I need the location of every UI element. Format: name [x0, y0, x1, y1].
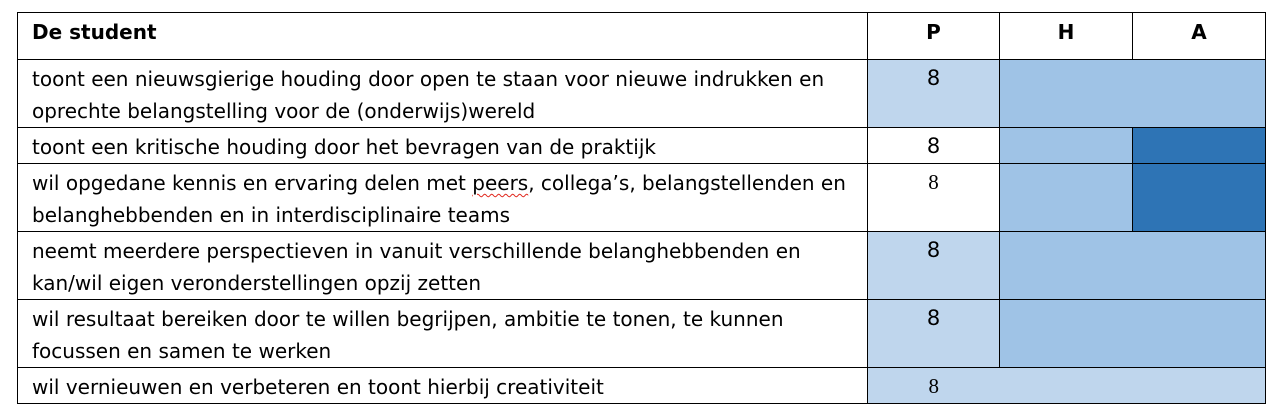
row-h-cell [999, 231, 1133, 300]
row-text-part: wil opgedane kennis en ervaring delen me… [32, 171, 473, 195]
header-a: A [1132, 12, 1266, 60]
table-row: toont een kritische houding door het bev… [17, 127, 1266, 164]
row-a-cell [1132, 163, 1266, 232]
table-row: wil opgedane kennis en ervaring delen me… [17, 163, 1266, 232]
row-text: toont een kritische houding door het bev… [17, 127, 868, 164]
row-text: wil opgedane kennis en ervaring delen me… [17, 163, 868, 232]
row-p-value: 8 [867, 163, 1000, 232]
row-a-cell [1132, 367, 1266, 404]
table-row: neemt meerdere perspectieven in vanuit v… [17, 231, 1266, 300]
row-h-cell [999, 59, 1133, 128]
header-de-student: De student [17, 12, 868, 60]
row-a-cell [1132, 231, 1266, 300]
row-a-cell [1132, 59, 1266, 128]
table-row: wil resultaat bereiken door te willen be… [17, 299, 1266, 368]
row-a-cell [1132, 127, 1266, 164]
header-h: H [999, 12, 1133, 60]
row-h-cell [999, 299, 1133, 368]
table-header-row: De student P H A [17, 12, 1266, 60]
header-p: P [867, 12, 1000, 60]
row-text: wil resultaat bereiken door te willen be… [17, 299, 868, 368]
row-h-cell [999, 127, 1133, 164]
spellcheck-marked-word: peers [472, 171, 529, 195]
row-p-value: 8 [867, 59, 1000, 128]
row-text: toont een nieuwsgierige houding door ope… [17, 59, 868, 128]
row-text: neemt meerdere perspectieven in vanuit v… [17, 231, 868, 300]
row-p-value: 8 [867, 231, 1000, 300]
row-text: wil vernieuwen en verbeteren en toont hi… [17, 367, 868, 404]
row-h-cell [999, 367, 1133, 404]
row-p-value: 8 [867, 299, 1000, 368]
row-h-cell [999, 163, 1133, 232]
table-row: wil vernieuwen en verbeteren en toont hi… [17, 367, 1266, 404]
competency-table: De student P H A toont een nieuwsgierige… [17, 12, 1266, 404]
table-row: toont een nieuwsgierige houding door ope… [17, 59, 1266, 128]
row-p-value: 8 [867, 127, 1000, 164]
row-p-value: 8 [867, 367, 1000, 404]
row-a-cell [1132, 299, 1266, 368]
